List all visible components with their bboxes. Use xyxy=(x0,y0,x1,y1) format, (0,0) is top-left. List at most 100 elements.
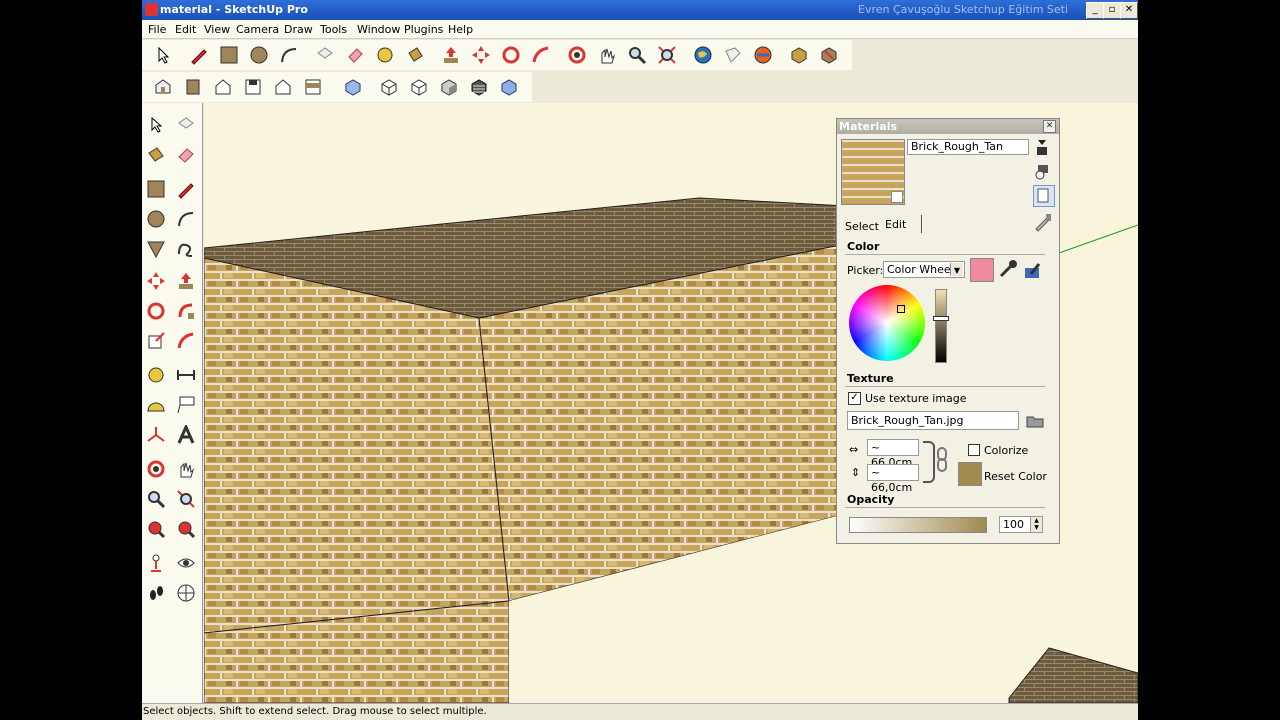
match-color-screen-icon[interactable] xyxy=(1023,258,1045,280)
iso-view-icon[interactable] xyxy=(150,74,176,100)
paint-bucket-icon[interactable] xyxy=(402,42,428,68)
freehand-tool-icon[interactable] xyxy=(174,237,198,261)
opacity-slider[interactable] xyxy=(849,517,987,533)
line-tool-icon[interactable] xyxy=(174,177,198,201)
minimize-icon[interactable]: _ xyxy=(1086,2,1104,19)
sandbox-icon[interactable] xyxy=(816,42,842,68)
share-model-icon[interactable] xyxy=(750,42,776,68)
scale-tool-icon[interactable] xyxy=(144,329,168,353)
front-view-icon[interactable] xyxy=(210,74,236,100)
menu-camera[interactable]: Camera xyxy=(236,23,279,36)
browse-folder-icon[interactable] xyxy=(1025,411,1045,431)
menu-edit[interactable]: Edit xyxy=(175,23,196,36)
section-plane-icon[interactable] xyxy=(174,581,198,605)
tab-select[interactable]: Select xyxy=(845,220,879,233)
text-tool-icon[interactable] xyxy=(174,393,198,417)
protractor-tool-icon[interactable] xyxy=(144,393,168,417)
material-preview-swatch[interactable] xyxy=(841,139,905,205)
opacity-input[interactable]: 100 ▲ ▼ xyxy=(999,516,1043,533)
use-texture-checkbox[interactable]: ✓ xyxy=(848,392,861,405)
circle-tool-icon[interactable] xyxy=(144,207,168,231)
picker-select[interactable]: Color Wheel ▼ xyxy=(883,261,965,278)
get-models-icon[interactable] xyxy=(720,42,746,68)
reset-color-button[interactable]: Reset Color xyxy=(984,470,1047,483)
menu-tools[interactable]: Tools xyxy=(320,23,347,36)
top-view-icon[interactable] xyxy=(180,74,206,100)
color-wheel[interactable] xyxy=(849,285,925,361)
pencil-icon[interactable] xyxy=(186,42,212,68)
rotate-tool-icon[interactable] xyxy=(144,299,168,323)
eraser-tool-icon[interactable] xyxy=(174,143,198,167)
push-pull-icon[interactable] xyxy=(438,42,464,68)
back-view-icon[interactable] xyxy=(270,74,296,100)
default-material-icon[interactable] xyxy=(1033,185,1055,207)
texture-width-input[interactable]: ~ 66,0cm xyxy=(867,439,919,469)
position-camera-icon[interactable] xyxy=(144,551,168,575)
orbit-tool-icon[interactable] xyxy=(144,457,168,481)
color-wheel-marker[interactable] xyxy=(897,305,905,313)
left-view-icon[interactable] xyxy=(300,74,326,100)
rectangle-tool-icon[interactable] xyxy=(144,177,168,201)
reset-color-swatch[interactable] xyxy=(958,462,982,486)
xray-style-icon[interactable] xyxy=(340,74,366,100)
zoom-tool-icon[interactable] xyxy=(144,487,168,511)
pan-icon[interactable] xyxy=(594,42,620,68)
circle-icon[interactable] xyxy=(246,42,272,68)
shaded-style-icon[interactable] xyxy=(436,74,462,100)
rectangle-icon[interactable] xyxy=(216,42,242,68)
tab-edit[interactable]: Edit xyxy=(885,218,906,231)
chain-link-icon[interactable] xyxy=(937,447,947,473)
select-tool-icon[interactable] xyxy=(150,42,176,68)
previous-view-icon[interactable] xyxy=(144,517,168,541)
components-icon[interactable] xyxy=(786,42,812,68)
make-component-icon[interactable] xyxy=(312,42,338,68)
material-name-input[interactable]: Brick_Rough_Tan xyxy=(907,139,1029,155)
arc-icon[interactable] xyxy=(276,42,302,68)
maximize-icon[interactable]: ▫ xyxy=(1103,2,1121,19)
axes-tool-icon[interactable] xyxy=(144,423,168,447)
opacity-spinner-icon[interactable]: ▲ ▼ xyxy=(1030,517,1042,532)
offset-tool-icon[interactable] xyxy=(174,329,198,353)
menu-view[interactable]: View xyxy=(204,23,230,36)
component-icon[interactable] xyxy=(174,113,198,137)
pan-tool-icon[interactable] xyxy=(174,457,198,481)
sample-paint-icon[interactable] xyxy=(1033,212,1053,232)
shaded-texture-style-icon[interactable] xyxy=(466,74,492,100)
3d-text-tool-icon[interactable] xyxy=(174,423,198,447)
menu-file[interactable]: File xyxy=(148,23,166,36)
move-icon[interactable] xyxy=(468,42,494,68)
menu-plugins[interactable]: Plugins xyxy=(404,23,443,36)
display-secondary-pane-icon[interactable] xyxy=(1035,138,1049,156)
tape-tool-icon[interactable] xyxy=(144,363,168,387)
tape-measure-icon[interactable] xyxy=(372,42,398,68)
monochrome-style-icon[interactable] xyxy=(496,74,522,100)
colorize-checkbox[interactable] xyxy=(968,444,980,456)
google-earth-icon[interactable] xyxy=(690,42,716,68)
orbit-icon[interactable] xyxy=(564,42,590,68)
follow-me-tool-icon[interactable] xyxy=(174,299,198,323)
hidden-line-style-icon[interactable] xyxy=(406,74,432,100)
current-color-swatch[interactable] xyxy=(970,258,994,282)
close-icon[interactable]: ✕ xyxy=(1120,2,1138,19)
panel-close-icon[interactable]: ✕ xyxy=(1043,120,1056,133)
polygon-tool-icon[interactable] xyxy=(144,237,168,261)
look-around-icon[interactable] xyxy=(174,551,198,575)
wireframe-style-icon[interactable] xyxy=(376,74,402,100)
next-view-icon[interactable] xyxy=(174,517,198,541)
push-pull-tool-icon[interactable] xyxy=(174,269,198,293)
texture-filename-input[interactable]: Brick_Rough_Tan.jpg xyxy=(847,411,1019,430)
select-icon[interactable] xyxy=(144,113,168,137)
right-view-icon[interactable] xyxy=(240,74,266,100)
texture-height-input[interactable]: ~ 66,0cm xyxy=(867,464,919,494)
chevron-down-icon[interactable]: ▼ xyxy=(950,263,963,276)
zoom-extents-icon[interactable] xyxy=(654,42,680,68)
offset-icon[interactable] xyxy=(528,42,554,68)
menu-window[interactable]: Window xyxy=(357,23,400,36)
paint-bucket-tool-icon[interactable] xyxy=(144,143,168,167)
rotate-icon[interactable] xyxy=(498,42,524,68)
value-slider[interactable] xyxy=(933,289,949,363)
create-material-icon[interactable] xyxy=(1035,163,1051,181)
arc-tool-icon[interactable] xyxy=(174,207,198,231)
eraser-icon[interactable] xyxy=(342,42,368,68)
zoom-icon[interactable] xyxy=(624,42,650,68)
